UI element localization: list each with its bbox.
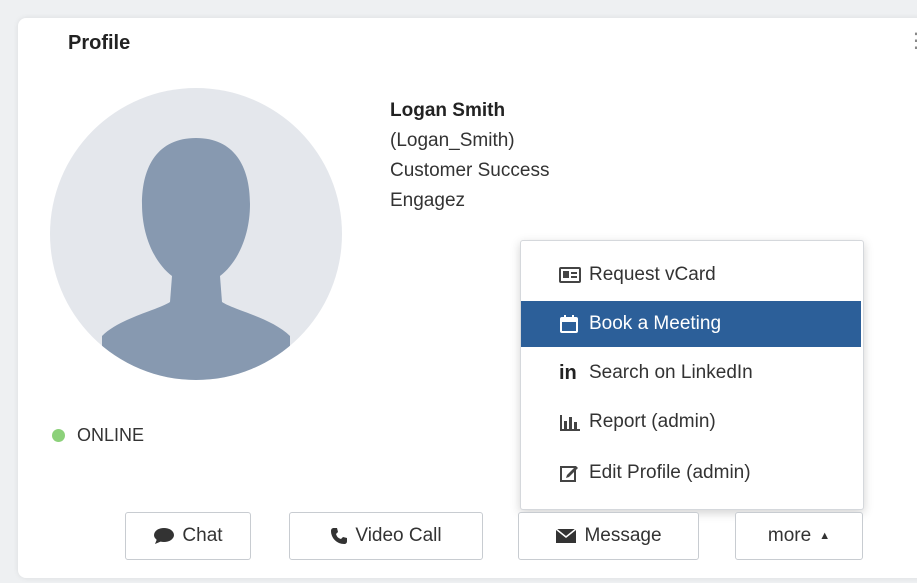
menu-item-edit-profile[interactable]: Edit Profile (admin) <box>521 450 861 496</box>
envelope-icon <box>555 528 577 544</box>
bar-chart-icon <box>559 413 589 431</box>
more-label: more <box>767 525 812 546</box>
chat-label: Chat <box>182 525 223 546</box>
presence-status: ONLINE <box>52 425 144 446</box>
profile-department: Customer Success <box>390 160 550 181</box>
chat-bubble-icon <box>153 527 175 545</box>
edit-icon <box>559 463 589 483</box>
video-call-label: Video Call <box>355 525 442 546</box>
video-call-button[interactable]: Video Call <box>289 512 483 560</box>
card-options-icon[interactable]: ⋮ <box>906 28 917 53</box>
more-menu: Request vCard Book a Meeting in Search o… <box>520 240 864 510</box>
profile-info: Logan Smith (Logan_Smith) Customer Succe… <box>390 96 549 216</box>
message-label: Message <box>584 525 662 546</box>
profile-username: (Logan_Smith) <box>390 130 515 151</box>
linkedin-icon: in <box>559 361 577 384</box>
card-title: Profile <box>68 32 131 54</box>
status-label: ONLINE <box>77 425 145 445</box>
vcard-icon <box>559 266 589 284</box>
menu-item-label: Search on LinkedIn <box>589 362 753 383</box>
profile-company: Engagez <box>390 190 466 211</box>
menu-item-label: Edit Profile (admin) <box>589 462 751 483</box>
profile-name: Logan Smith <box>390 100 506 121</box>
menu-item-book-meeting[interactable]: Book a Meeting <box>521 301 861 347</box>
menu-item-search-linkedin[interactable]: in Search on LinkedIn <box>521 350 861 396</box>
menu-item-report[interactable]: Report (admin) <box>521 399 861 445</box>
avatar <box>50 88 342 380</box>
online-indicator-icon <box>52 429 65 442</box>
menu-item-label: Request vCard <box>589 264 716 285</box>
menu-item-label: Report (admin) <box>589 411 716 432</box>
chat-button[interactable]: Chat <box>125 512 251 560</box>
menu-item-request-vcard[interactable]: Request vCard <box>521 252 861 298</box>
more-button[interactable]: more ▲ <box>735 512 863 560</box>
message-button[interactable]: Message <box>518 512 699 560</box>
caret-up-icon: ▲ <box>819 530 831 542</box>
phone-icon <box>330 527 348 545</box>
menu-item-label: Book a Meeting <box>589 313 722 334</box>
calendar-icon <box>559 314 589 334</box>
default-user-silhouette-icon <box>102 138 290 380</box>
